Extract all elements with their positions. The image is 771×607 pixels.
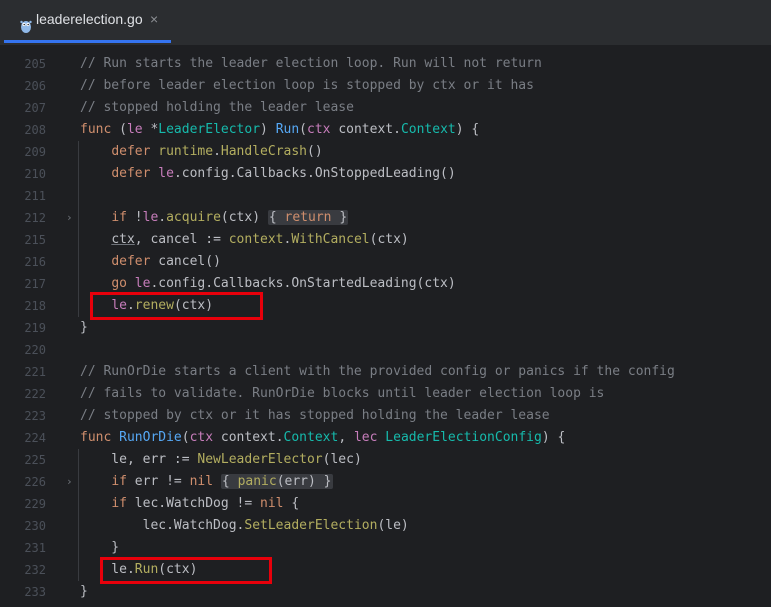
line-number: 225 (24, 453, 46, 467)
line-number: 217 (24, 277, 46, 291)
tab-title: leaderelection.go (36, 11, 143, 27)
code-line-207: // stopped holding the leader lease (80, 100, 354, 115)
code-line-223: // stopped by ctx or it has stopped hold… (80, 408, 550, 423)
highlight-box-run (100, 557, 272, 584)
indent-guide (78, 141, 79, 317)
editor-tab-bar: leaderelection.go × (0, 0, 771, 46)
line-number: 233 (24, 585, 46, 599)
line-number: 208 (24, 123, 46, 137)
code-line-230: lec.WatchDog.SetLeaderElection(le) (80, 518, 409, 533)
line-number: 221 (24, 365, 46, 379)
fold-expand-icon[interactable]: › (66, 471, 76, 493)
code-line-233: } (80, 584, 88, 599)
code-line-225: le, err := NewLeaderElector(lec) (80, 452, 362, 467)
code-line-209: defer runtime.HandleCrash() (111, 144, 323, 159)
line-number: 210 (24, 167, 46, 181)
code-line-210: defer le.config.Callbacks.OnStoppedLeadi… (111, 166, 456, 181)
code-line-208: func (le *LeaderElector) Run(ctx context… (80, 122, 480, 137)
line-number: 212 (24, 211, 46, 225)
indent-guide (78, 449, 79, 581)
code-line-206: // before leader election loop is stoppe… (80, 78, 534, 93)
code-line-212: if !le.acquire(ctx) { return } (111, 210, 349, 225)
line-number: 205 (24, 57, 46, 71)
line-number: 207 (24, 101, 46, 115)
code-line-205: // Run starts the leader election loop. … (80, 56, 542, 71)
gopher-icon (20, 20, 32, 33)
code-line-226: if err != nil { panic(err) } (111, 474, 333, 489)
code-line-216: defer cancel() (111, 254, 221, 269)
line-number: 232 (24, 563, 46, 577)
line-number: 219 (24, 321, 46, 335)
line-number: 211 (24, 189, 46, 203)
code-line-224: func RunOrDie(ctx context.Context, lec L… (80, 430, 566, 445)
line-number: 226 (24, 475, 46, 489)
code-line-231: } (80, 540, 120, 555)
line-number: 218 (24, 299, 46, 313)
close-icon[interactable]: × (150, 11, 158, 27)
line-number: 224 (24, 431, 46, 445)
fold-expand-icon[interactable]: › (66, 207, 76, 229)
line-number: 206 (24, 79, 46, 93)
line-number: 231 (24, 541, 46, 555)
line-number: 209 (24, 145, 46, 159)
line-number: 220 (24, 343, 46, 357)
code-line-229: if lec.WatchDog != nil { (111, 496, 300, 511)
line-number: 222 (24, 387, 46, 401)
line-number: 230 (24, 519, 46, 533)
line-number: 215 (24, 233, 46, 247)
code-line-215: ctx, cancel := context.WithCancel(ctx) (111, 232, 409, 247)
code-line-221: // RunOrDie starts a client with the pro… (80, 364, 675, 379)
line-number: 229 (24, 497, 46, 511)
line-number: 216 (24, 255, 46, 269)
highlight-box-renew (90, 292, 263, 320)
code-editor[interactable]: 205 206 207 208 209 210 211 212 215 216 … (0, 46, 771, 607)
active-tab-indicator (4, 40, 171, 43)
line-number: 223 (24, 409, 46, 423)
code-line-222: // fails to validate. RunOrDie blocks un… (80, 386, 605, 401)
code-line-219: } (80, 320, 88, 335)
